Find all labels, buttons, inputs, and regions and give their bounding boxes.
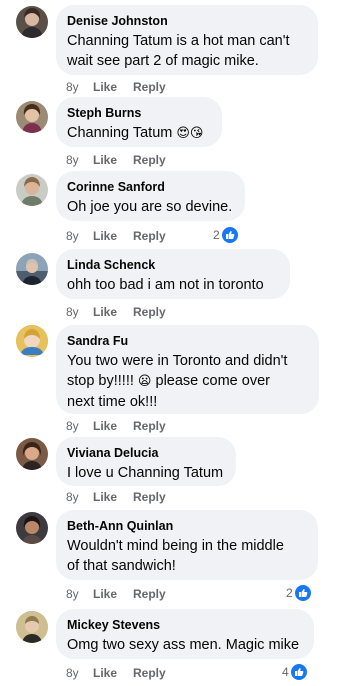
comment-bubble: Viviana Delucia I love u Channing Tatum bbox=[56, 437, 236, 486]
reply-button[interactable]: Reply bbox=[133, 153, 166, 167]
like-button[interactable]: Like bbox=[93, 490, 133, 504]
commenter-name[interactable]: Denise Johnston bbox=[67, 13, 306, 29]
timestamp[interactable]: 8y bbox=[66, 587, 93, 601]
reaction-count[interactable]: 4 bbox=[282, 664, 307, 680]
commenter-name[interactable]: Mickey Stevens bbox=[67, 617, 302, 633]
reaction-count-label: 2 bbox=[286, 586, 293, 600]
emoji: 😍😘 bbox=[176, 126, 204, 141]
comment-bubble: Steph Burns Channing Tatum 😍😘 bbox=[56, 97, 222, 147]
avatar[interactable] bbox=[16, 512, 48, 544]
avatar[interactable] bbox=[16, 438, 48, 470]
reply-button[interactable]: Reply bbox=[133, 666, 166, 680]
reply-button[interactable]: Reply bbox=[133, 229, 166, 243]
comment-text: Wouldn't mind being in the middle of tha… bbox=[67, 538, 284, 574]
comment-bubble: Sandra Fu You two were in Toronto and di… bbox=[56, 325, 319, 414]
comment-bubble: Denise Johnston Channing Tatum is a hot … bbox=[56, 5, 318, 75]
commenter-name[interactable]: Steph Burns bbox=[67, 105, 210, 121]
avatar[interactable] bbox=[16, 101, 48, 133]
timestamp[interactable]: 8y bbox=[66, 80, 93, 94]
commenter-name[interactable]: Viviana Delucia bbox=[67, 445, 224, 461]
commenter-name[interactable]: Linda Schenck bbox=[67, 257, 278, 273]
like-button[interactable]: Like bbox=[93, 80, 133, 94]
comment-actions: 8y Like Reply bbox=[66, 80, 166, 94]
like-button[interactable]: Like bbox=[93, 229, 133, 243]
comment-actions: 8y Like Reply bbox=[66, 587, 166, 601]
timestamp[interactable]: 8y bbox=[66, 229, 93, 243]
timestamp[interactable]: 8y bbox=[66, 153, 93, 167]
timestamp[interactable]: 8y bbox=[66, 305, 93, 319]
comment-text: You two were in Toronto and didn't stop … bbox=[67, 353, 288, 410]
comment-text: Channing Tatum 😍😘 bbox=[67, 125, 204, 141]
comment-actions: 8y Like Reply bbox=[66, 305, 166, 319]
comment-actions: 8y Like Reply bbox=[66, 153, 166, 167]
avatar[interactable] bbox=[16, 6, 48, 38]
reaction-count[interactable]: 2 bbox=[286, 585, 311, 601]
avatar[interactable] bbox=[16, 611, 48, 643]
like-thumb-icon bbox=[221, 227, 238, 243]
emoji: 😦 bbox=[137, 374, 152, 389]
comment-text: Omg two sexy ass men. Magic mike bbox=[67, 637, 300, 653]
comment-bubble: Linda Schenck ohh too bad i am not in to… bbox=[56, 249, 290, 299]
comment-bubble: Mickey Stevens Omg two sexy ass men. Mag… bbox=[56, 609, 314, 659]
timestamp[interactable]: 8y bbox=[66, 490, 93, 504]
comment-text: I love u Channing Tatum bbox=[67, 465, 224, 481]
comment-bubble: Beth-Ann Quinlan Wouldn't mind being in … bbox=[56, 510, 318, 580]
timestamp[interactable]: 8y bbox=[66, 419, 93, 433]
comment-actions: 8y Like Reply bbox=[66, 666, 166, 680]
comment-bubble: Corinne Sanford Oh joe you are so devine… bbox=[56, 171, 245, 221]
reaction-count-label: 2 bbox=[213, 228, 220, 242]
like-button[interactable]: Like bbox=[93, 666, 133, 680]
avatar[interactable] bbox=[16, 174, 48, 206]
reply-button[interactable]: Reply bbox=[133, 80, 166, 94]
commenter-name[interactable]: Sandra Fu bbox=[67, 333, 307, 349]
reaction-count[interactable]: 2 bbox=[213, 227, 238, 243]
comment-text: ohh too bad i am not in toronto bbox=[67, 277, 264, 293]
commenter-name[interactable]: Corinne Sanford bbox=[67, 179, 233, 195]
commenter-name[interactable]: Beth-Ann Quinlan bbox=[67, 518, 306, 534]
reply-button[interactable]: Reply bbox=[133, 490, 166, 504]
comment-text: Channing Tatum is a hot man can't wait s… bbox=[67, 33, 290, 69]
comment-actions: 8y Like Reply bbox=[66, 229, 166, 243]
comment-text: Oh joe you are so devine. bbox=[67, 199, 233, 215]
like-button[interactable]: Like bbox=[93, 587, 133, 601]
reply-button[interactable]: Reply bbox=[133, 419, 166, 433]
like-button[interactable]: Like bbox=[93, 305, 133, 319]
comment-actions: 8y Like Reply bbox=[66, 490, 166, 504]
like-button[interactable]: Like bbox=[93, 419, 133, 433]
avatar[interactable] bbox=[16, 253, 48, 285]
reply-button[interactable]: Reply bbox=[133, 305, 166, 319]
reaction-count-label: 4 bbox=[282, 665, 289, 679]
like-thumb-icon bbox=[294, 585, 311, 601]
timestamp[interactable]: 8y bbox=[66, 666, 93, 680]
avatar[interactable] bbox=[16, 325, 48, 357]
like-button[interactable]: Like bbox=[93, 153, 133, 167]
like-thumb-icon bbox=[290, 664, 307, 680]
comment-actions: 8y Like Reply bbox=[66, 419, 166, 433]
reply-button[interactable]: Reply bbox=[133, 587, 166, 601]
